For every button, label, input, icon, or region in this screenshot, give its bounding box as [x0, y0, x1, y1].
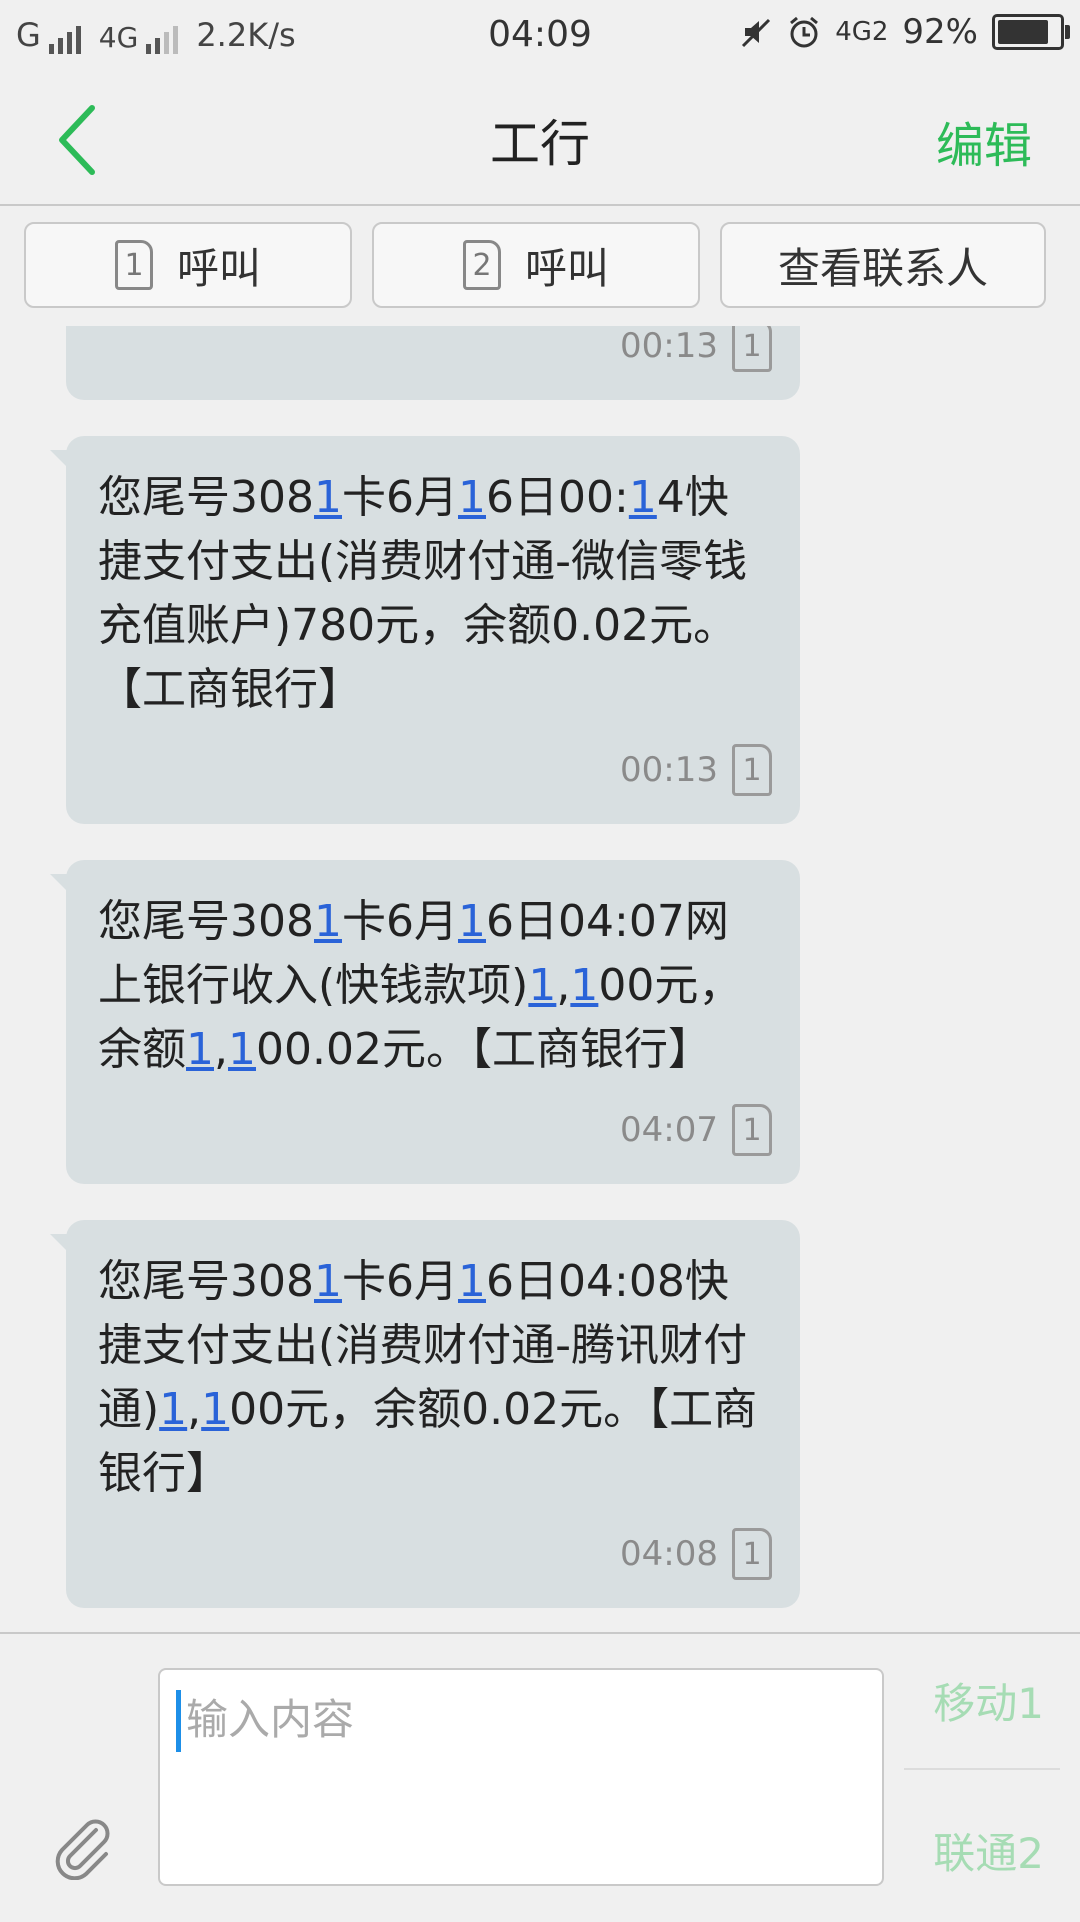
bubble-tail: [50, 450, 68, 468]
detected-number-link[interactable]: 1: [458, 472, 486, 523]
message-meta: 04:07 1: [620, 1104, 772, 1156]
detected-number-link[interactable]: 1: [458, 1256, 486, 1307]
battery-percent: 92%: [902, 12, 978, 52]
call-sim1-button[interactable]: 1 呼叫: [24, 222, 352, 308]
detected-number-link[interactable]: 1: [314, 896, 342, 947]
sim-card-icon: 1: [732, 326, 772, 372]
mute-icon: [742, 18, 771, 48]
message-time: 04:07: [620, 1110, 718, 1150]
edit-button[interactable]: 编辑: [936, 106, 1032, 176]
sim-card-icon: 1: [732, 1104, 772, 1156]
detected-number-link[interactable]: 1: [201, 1384, 229, 1435]
detected-number-link[interactable]: 1: [159, 1384, 187, 1435]
message-time: 00:13: [620, 750, 718, 790]
text-cursor: [176, 1690, 181, 1752]
detected-number-link[interactable]: 1: [570, 960, 598, 1011]
message-time: 00:13: [620, 326, 718, 366]
composer: 移动1 联通2: [0, 1632, 1080, 1922]
alarm-icon: [790, 16, 819, 48]
message-bubble[interactable]: 您尾号3081卡6月16日00:14快捷支付支出(消费财付通-微信零钱充值账户)…: [50, 436, 800, 824]
battery-icon: [992, 14, 1070, 50]
message-meta: 04:08 1: [620, 1528, 772, 1580]
action-row: 1 呼叫 2 呼叫 查看联系人: [0, 206, 1080, 326]
status-bar: G 4G 2.2K/s 04:09 4G2 92%: [0, 0, 1080, 72]
send-via-sim1-button[interactable]: 移动1: [933, 1670, 1044, 1731]
message-meta: 00:13 1: [620, 744, 772, 796]
call-label: 呼叫: [176, 243, 261, 293]
message-bubble[interactable]: 您尾号3081卡6月16日04:07网上银行收入(快钱款项)1,100元，余额1…: [50, 860, 800, 1184]
detected-number-link[interactable]: 1: [629, 472, 657, 523]
network-type: 4G2: [835, 17, 889, 47]
sim-card-icon: 1: [732, 744, 772, 796]
view-contact-button[interactable]: 查看联系人: [720, 222, 1046, 308]
sim-card-icon: 1: [114, 240, 153, 290]
status-icons: 4G2 92%: [741, 12, 1070, 52]
sim-card-icon: 2: [462, 240, 501, 290]
message-bubble[interactable]: 00:13 1: [66, 326, 800, 400]
detected-number-link[interactable]: 1: [314, 1256, 342, 1307]
detected-number-link[interactable]: 1: [458, 896, 486, 947]
divider: [904, 1768, 1060, 1770]
message-bubble[interactable]: 您尾号3081卡6月16日04:08快捷支付支出(消费财付通-腾讯财付通)1,1…: [50, 1220, 800, 1608]
page-title: 工行: [490, 115, 590, 173]
message-input-box[interactable]: [158, 1668, 884, 1886]
sim-card-icon: 1: [732, 1528, 772, 1580]
message-time: 04:08: [620, 1534, 718, 1574]
message-text: 您尾号3081卡6月16日04:07网上银行收入(快钱款项)1,100元，余额1…: [98, 896, 743, 1075]
send-via-sim2-button[interactable]: 联通2: [933, 1820, 1044, 1881]
bubble-tail: [50, 1234, 68, 1252]
call-label: 呼叫: [524, 243, 609, 293]
message-list[interactable]: 00:13 1 您尾号3081卡6月16日00:14快捷支付支出(消费财付通-微…: [0, 326, 1080, 1632]
bubble-tail: [50, 874, 68, 892]
header: 工行 编辑: [0, 72, 1080, 206]
message-text: 您尾号3081卡6月16日04:08快捷支付支出(消费财付通-腾讯财付通)1,1…: [98, 1256, 758, 1499]
call-sim2-button[interactable]: 2 呼叫: [372, 222, 700, 308]
message-meta: 00:13 1: [620, 326, 772, 372]
detected-number-link[interactable]: 1: [228, 1024, 256, 1075]
message-input[interactable]: [184, 1688, 848, 1750]
detected-number-link[interactable]: 1: [186, 1024, 214, 1075]
detected-number-link[interactable]: 1: [314, 472, 342, 523]
battery-fill: [998, 20, 1048, 44]
attachment-icon[interactable]: [46, 1810, 116, 1880]
message-text: 您尾号3081卡6月16日00:14快捷支付支出(消费财付通-微信零钱充值账户)…: [98, 472, 748, 715]
detected-number-link[interactable]: 1: [528, 960, 556, 1011]
